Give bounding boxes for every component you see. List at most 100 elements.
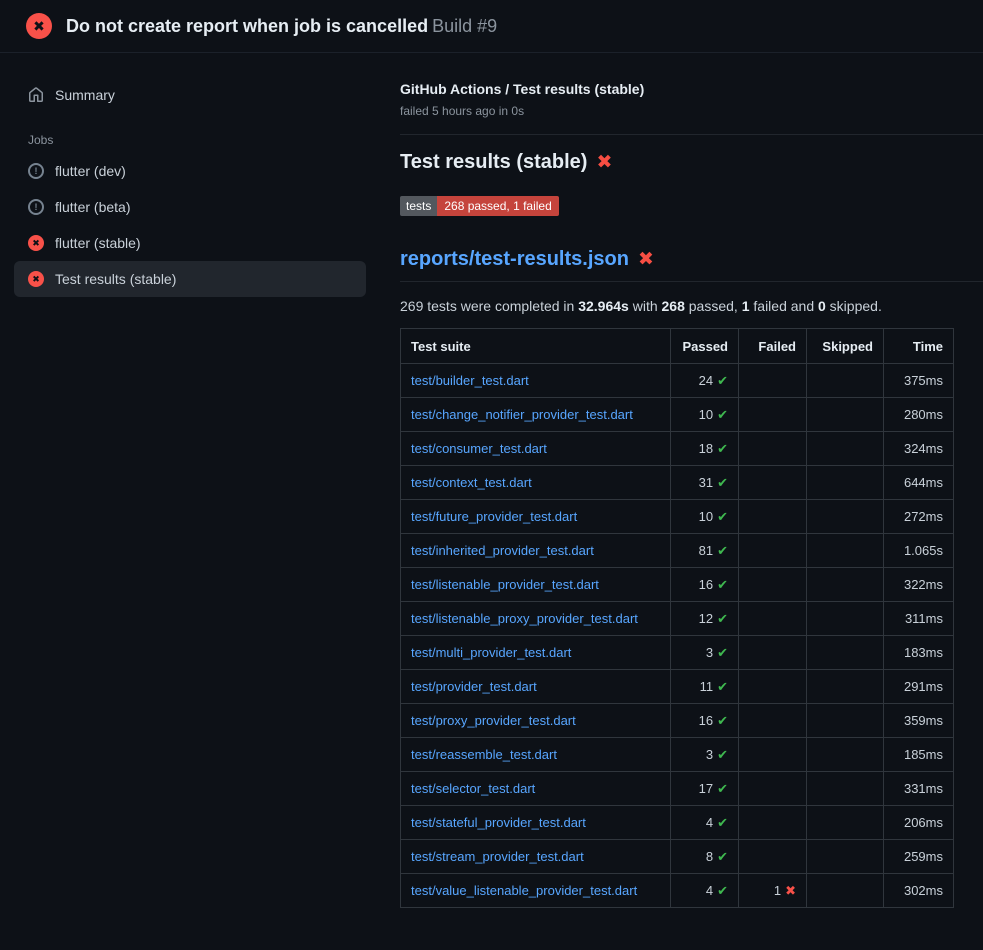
suite-cell: test/proxy_provider_test.dart xyxy=(401,704,671,738)
suite-link[interactable]: test/context_test.dart xyxy=(411,475,532,490)
table-row: test/context_test.dart31✔644ms xyxy=(401,466,954,500)
summary-number: 32.964s xyxy=(578,298,629,314)
x-circle-icon: ✖ xyxy=(26,13,52,39)
failed-cell xyxy=(739,738,807,772)
suite-link[interactable]: test/inherited_provider_test.dart xyxy=(411,543,594,558)
time-cell: 331ms xyxy=(884,772,954,806)
table-row: test/future_provider_test.dart10✔272ms xyxy=(401,500,954,534)
table-row: test/change_notifier_provider_test.dart 1… xyxy=(401,398,954,432)
table-row: test/value_listenable_provider_test.dart… xyxy=(401,874,954,908)
table-row: test/consumer_test.dart 18✔ 324ms xyxy=(401,432,954,466)
table-row: test/inherited_provider_test.dart81✔1.06… xyxy=(401,534,954,568)
suite-link[interactable]: test/reassemble_test.dart xyxy=(411,747,557,762)
failed-cell xyxy=(739,670,807,704)
passed-cell: 10✔ xyxy=(671,398,739,432)
check-icon: ✔ xyxy=(717,883,728,898)
time-cell: 324ms xyxy=(884,432,954,466)
passed-cell: 18✔ xyxy=(671,432,739,466)
suite-cell: test/listenable_provider_test.dart xyxy=(401,568,671,602)
failed-cell xyxy=(739,466,807,500)
skipped-cell xyxy=(807,568,884,602)
time-cell: 375ms xyxy=(884,364,954,398)
suite-cell: test/value_listenable_provider_test.dart xyxy=(401,874,671,908)
passed-count: 18 xyxy=(699,441,713,456)
suite-link[interactable]: test/change_notifier_provider_test.dart xyxy=(411,407,633,422)
passed-cell: 11✔ xyxy=(671,670,739,704)
suite-link[interactable]: test/provider_test.dart xyxy=(411,679,537,694)
sidebar-item-flutter-beta[interactable]: !flutter (beta) xyxy=(14,189,366,225)
time-cell: 644ms xyxy=(884,466,954,500)
passed-count: 4 xyxy=(706,883,713,898)
suite-link[interactable]: test/multi_provider_test.dart xyxy=(411,645,571,660)
check-icon: ✔ xyxy=(717,577,728,592)
x-glyph: ✖ xyxy=(32,239,40,248)
suite-link[interactable]: test/builder_test.dart xyxy=(411,373,529,388)
time-cell: 183ms xyxy=(884,636,954,670)
passed-cell: 12✔ xyxy=(671,602,739,636)
job-label: flutter (stable) xyxy=(55,235,141,251)
time-cell: 311ms xyxy=(884,602,954,636)
passed-count: 8 xyxy=(706,849,713,864)
sidebar-item-summary[interactable]: Summary xyxy=(14,77,366,113)
suite-link[interactable]: test/proxy_provider_test.dart xyxy=(411,713,576,728)
job-label: Test results (stable) xyxy=(55,271,176,287)
passed-cell: 10✔ xyxy=(671,500,739,534)
suite-link[interactable]: test/selector_test.dart xyxy=(411,781,535,796)
suite-link[interactable]: test/stateful_provider_test.dart xyxy=(411,815,586,830)
suite-cell: test/inherited_provider_test.dart xyxy=(401,534,671,568)
passed-count: 4 xyxy=(706,815,713,830)
section-divider xyxy=(400,134,983,135)
suite-link[interactable]: test/listenable_proxy_provider_test.dart xyxy=(411,611,638,626)
suite-cell: test/builder_test.dart xyxy=(401,364,671,398)
passed-cell: 3✔ xyxy=(671,636,739,670)
check-icon: ✔ xyxy=(717,679,728,694)
column-header-skipped: Skipped xyxy=(807,329,884,364)
section-title: Test results (stable) ✖ xyxy=(400,151,983,174)
failed-cell xyxy=(739,568,807,602)
passed-count: 11 xyxy=(700,679,714,694)
failed-cell: 1✖ xyxy=(739,874,807,908)
page-body: Summary Jobs !flutter (dev)!flutter (bet… xyxy=(0,53,983,908)
table-row: test/stateful_provider_test.dart4✔206ms xyxy=(401,806,954,840)
suite-link[interactable]: test/stream_provider_test.dart xyxy=(411,849,584,864)
passed-count: 12 xyxy=(699,611,713,626)
suite-link[interactable]: test/value_listenable_provider_test.dart xyxy=(411,883,637,898)
suite-link[interactable]: test/future_provider_test.dart xyxy=(411,509,577,524)
report-heading: reports/test-results.json ✖ xyxy=(400,248,983,282)
skipped-cell xyxy=(807,874,884,908)
sidebar-item-test-results-stable[interactable]: ✖Test results (stable) xyxy=(14,261,366,297)
failed-cell xyxy=(739,704,807,738)
table-row: test/provider_test.dart 11✔ 291ms xyxy=(401,670,954,704)
x-circle-icon: ✖ xyxy=(28,235,44,251)
table-header-row: Test suitePassedFailedSkippedTime xyxy=(401,329,954,364)
sidebar-item-flutter-stable[interactable]: ✖ flutter (stable) xyxy=(14,225,366,261)
skipped-cell xyxy=(807,704,884,738)
suite-link[interactable]: test/listenable_provider_test.dart xyxy=(411,577,599,592)
skipped-cell xyxy=(807,738,884,772)
suite-cell: test/stateful_provider_test.dart xyxy=(401,806,671,840)
job-label: flutter (beta) xyxy=(55,199,130,215)
skipped-cell xyxy=(807,636,884,670)
passed-cell: 17✔ xyxy=(671,772,739,806)
sidebar-item-flutter-dev[interactable]: !flutter (dev) xyxy=(14,153,366,189)
check-icon: ✔ xyxy=(717,815,728,830)
tests-badge: tests 268 passed, 1 failed xyxy=(400,196,559,216)
report-link[interactable]: reports/test-results.json xyxy=(400,248,629,271)
section-title-text: Test results (stable) xyxy=(400,151,587,174)
failed-cell xyxy=(739,500,807,534)
table-row: test/proxy_provider_test.dart16✔359ms xyxy=(401,704,954,738)
results-table: Test suitePassedFailedSkippedTime test/b… xyxy=(400,328,954,908)
failed-cell xyxy=(739,806,807,840)
table-row: test/selector_test.dart 17✔ 331ms xyxy=(401,772,954,806)
skipped-cell xyxy=(807,670,884,704)
neutral-status-icon: ! xyxy=(28,163,44,179)
build-number: Build #9 xyxy=(432,16,497,36)
failed-count: 1 xyxy=(774,883,781,898)
passed-count: 24 xyxy=(699,373,713,388)
breadcrumb: GitHub Actions / Test results (stable) xyxy=(400,81,983,97)
table-body: test/builder_test.dart24✔375mstest/chang… xyxy=(401,364,954,908)
x-glyph: ✖ xyxy=(33,19,45,33)
time-cell: 280ms xyxy=(884,398,954,432)
suite-link[interactable]: test/consumer_test.dart xyxy=(411,441,547,456)
time-cell: 291ms xyxy=(884,670,954,704)
